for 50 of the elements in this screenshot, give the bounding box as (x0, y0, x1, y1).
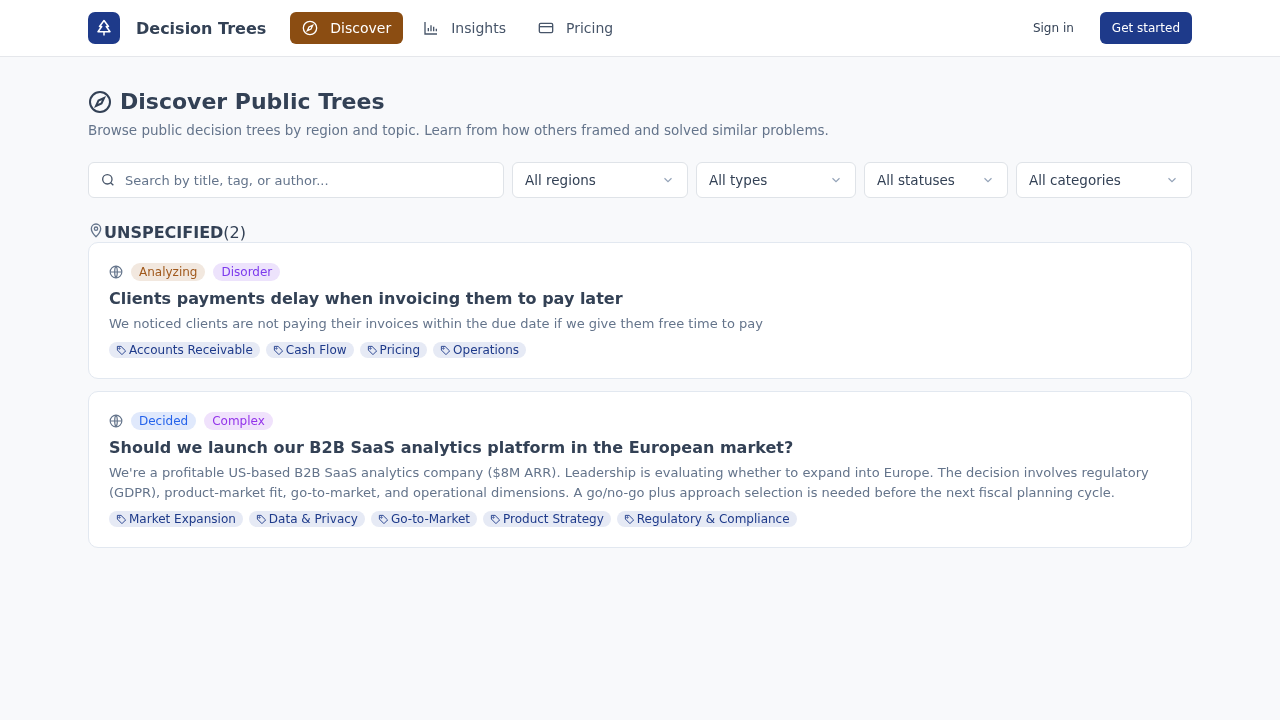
tag-icon (116, 513, 127, 525)
page-subtitle: Browse public decision trees by region and topic. Learn from how others framed and solved similar problems. (88, 122, 830, 138)
tag-icon (623, 513, 635, 525)
status-badge: Complex (204, 412, 273, 430)
search-icon (100, 172, 116, 188)
credit-card-icon (537, 20, 554, 36)
globe-icon (109, 265, 123, 279)
topic-tag[interactable]: Operations (433, 342, 527, 358)
topic-tag[interactable]: Pricing (359, 342, 428, 358)
get-started-button[interactable]: Get started (1099, 12, 1192, 44)
map-pin-icon (88, 222, 104, 238)
tag-icon (116, 344, 127, 356)
topic-tag[interactable]: Data & Privacy (248, 511, 365, 527)
filter-dropdown[interactable]: All types (696, 162, 856, 198)
tag-icon (272, 344, 284, 356)
tree-logo-icon (95, 19, 113, 37)
compass-icon (302, 20, 319, 36)
tag-icon (377, 513, 389, 525)
status-badge: Analyzing (131, 263, 206, 281)
card-description: We noticed clients are not paying their invoices within the due date if we give them free time to pay (109, 315, 764, 333)
brand-name[interactable]: Decision Trees (136, 18, 267, 38)
bar-chart-icon (423, 20, 440, 36)
topic-tag[interactable]: Regulatory & Compliance (616, 511, 797, 527)
group-count: (2) (223, 223, 247, 242)
group-name: UNSPECIFIED (104, 223, 224, 242)
filter-dropdown[interactable]: All statuses (864, 162, 1008, 198)
nav-tab[interactable]: Pricing (525, 12, 626, 44)
status-badge: Disorder (213, 263, 281, 281)
filter-dropdown[interactable]: All categories (1016, 162, 1192, 198)
topic-tag[interactable]: Accounts Receivable (109, 342, 260, 358)
sign-in-button[interactable]: Sign in (1026, 20, 1080, 36)
page-title: Discover Public Trees (120, 89, 385, 114)
compass-icon (88, 89, 112, 114)
tag-icon (255, 513, 267, 525)
tag-icon (366, 344, 378, 356)
globe-icon (109, 414, 123, 428)
tag-icon (490, 513, 501, 525)
filter-dropdown[interactable]: All regions (512, 162, 688, 198)
topic-tag[interactable]: Product Strategy (483, 511, 611, 527)
search-field[interactable]: Search by title, tag, or author... (88, 162, 504, 198)
tag-icon (440, 344, 452, 356)
topic-tag[interactable]: Cash Flow (265, 342, 354, 358)
nav-tab[interactable]: Insights (411, 12, 518, 44)
card-description: We're a profitable US-based B2B SaaS analytics company ($8M ARR). Leadership is evaluating whether to expand into Europe. The decision involves regulatory (GDPR), product-market fit, go-to-market, and operational dimensions. A go/no-go plus approach selection is needed before the next fiscal planning cycle. (109, 464, 1150, 502)
card-title[interactable]: Clients payments delay when invoicing them to pay later (109, 289, 1171, 308)
status-badge: Decided (131, 412, 197, 430)
nav-tab[interactable]: Discover (290, 12, 404, 44)
topic-tag[interactable]: Market Expansion (109, 511, 243, 527)
topic-tag[interactable]: Go-to-Market (370, 511, 477, 527)
card-title[interactable]: Should we launch our B2B SaaS analytics platform in the European market? (109, 438, 1171, 457)
